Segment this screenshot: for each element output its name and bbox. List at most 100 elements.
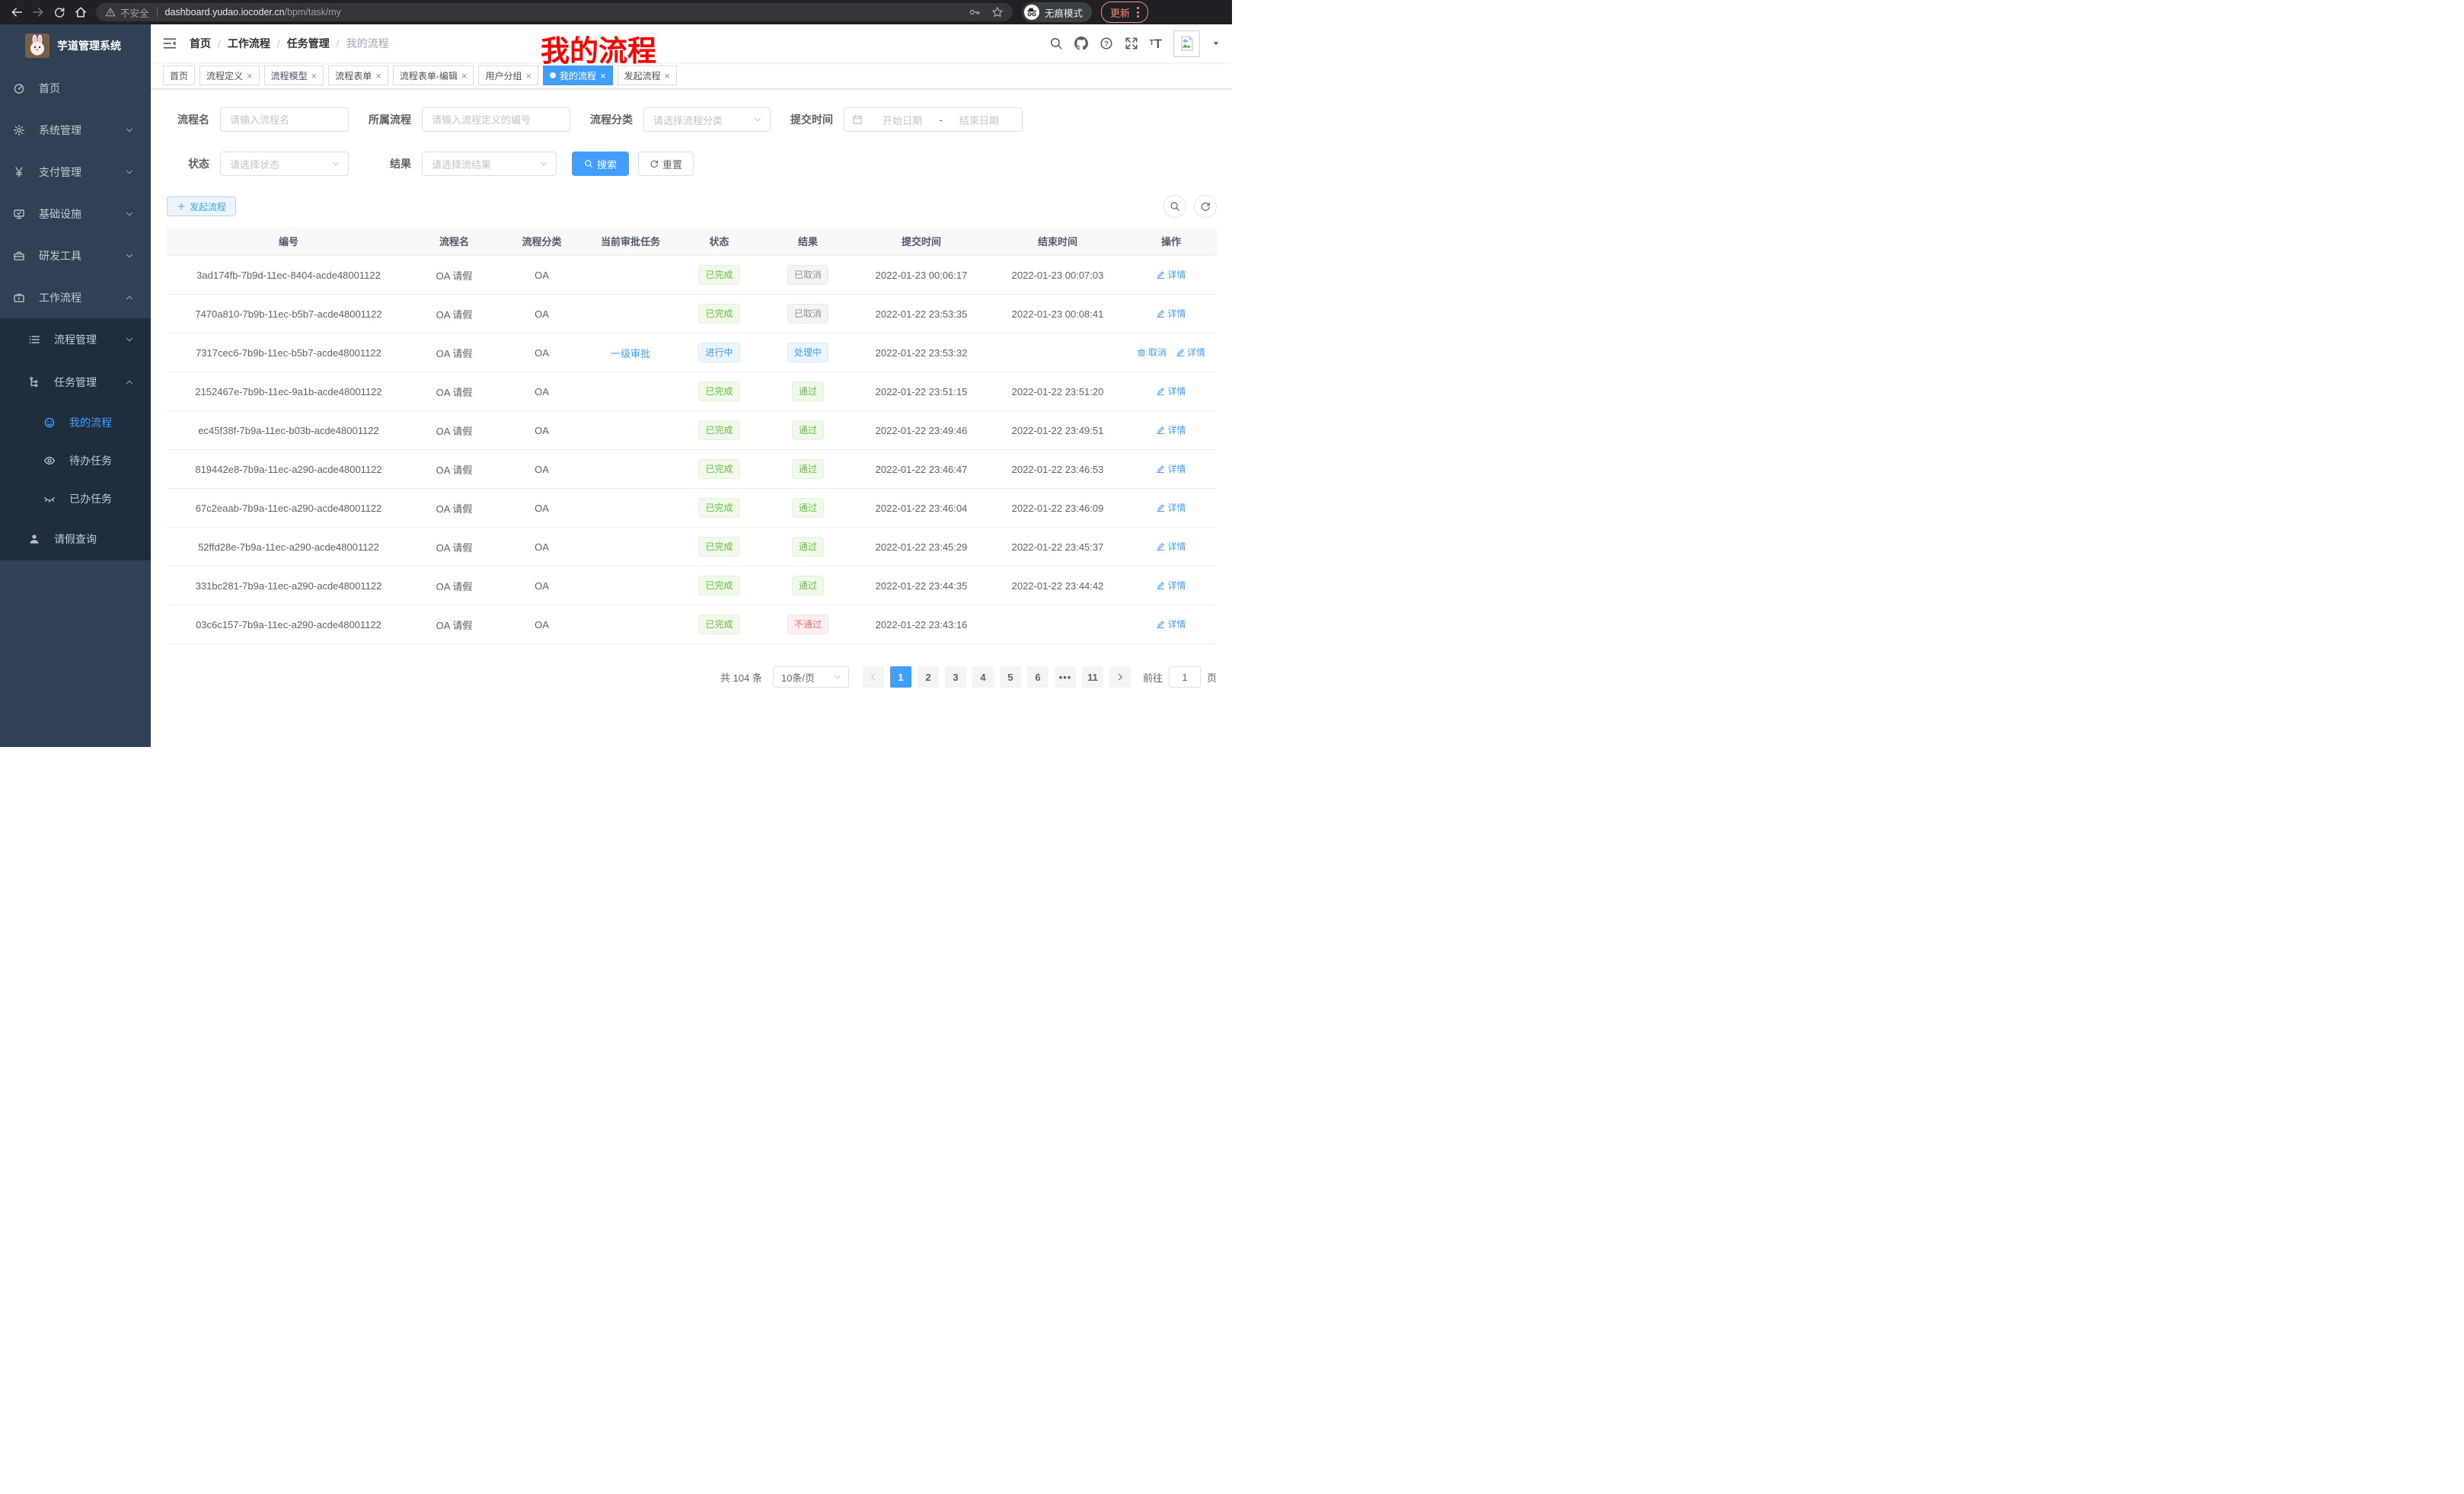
start-date-placeholder: 开始日期 <box>867 113 937 127</box>
process-name: OA 请假 <box>410 462 498 477</box>
name-filter-input[interactable] <box>220 107 349 132</box>
breadcrumb-item[interactable]: 首页 <box>190 36 211 51</box>
svg-text:?: ? <box>1104 40 1109 48</box>
browser-update-button[interactable]: 更新 <box>1101 2 1148 23</box>
sidebar-item-leave-query[interactable]: 请假查询 <box>0 518 151 560</box>
detail-action[interactable]: 详情 <box>1156 540 1186 553</box>
tab-close-icon[interactable]: × <box>665 71 671 81</box>
password-key-icon[interactable] <box>969 6 981 18</box>
process-name: OA 请假 <box>410 268 498 283</box>
more-pages-button[interactable]: ••• <box>1055 666 1076 688</box>
address-bar[interactable]: 不安全 dashboard.yudao.iocoder.cn/bpm/task/… <box>96 3 1013 21</box>
row-actions: 详情 <box>1125 462 1217 476</box>
category-filter-select[interactable]: 请选择流程分类 <box>643 107 771 132</box>
font-size-icon[interactable]: TT <box>1150 37 1163 50</box>
sidebar-item-label: 系统管理 <box>39 123 81 138</box>
column-header: 结束时间 <box>990 234 1125 248</box>
tab-label: 流程模型 <box>271 69 308 82</box>
breadcrumb-item[interactable]: 工作流程 <box>228 36 270 51</box>
app-logo-row[interactable]: 芋道管理系统 <box>0 24 151 67</box>
sidebar-item-done-tasks[interactable]: 已办任务 <box>0 480 151 518</box>
fullscreen-icon[interactable] <box>1125 37 1138 50</box>
sidebar-item-workflow[interactable]: 工作流程 <box>0 276 151 318</box>
tab-close-icon[interactable]: × <box>600 71 606 81</box>
browser-reload-button[interactable] <box>49 2 70 23</box>
detail-action[interactable]: 详情 <box>1156 268 1186 281</box>
start-process-button[interactable]: 发起流程 <box>167 196 236 216</box>
browser-forward-button[interactable] <box>27 2 49 23</box>
column-header: 提交时间 <box>853 234 990 248</box>
help-icon[interactable]: ? <box>1100 37 1113 50</box>
page-button-4[interactable]: 4 <box>972 666 994 688</box>
tab-close-icon[interactable]: × <box>375 71 381 81</box>
tab-user-group[interactable]: 用户分组× <box>478 65 538 85</box>
prev-page-button[interactable] <box>863 666 884 688</box>
tab-process-definition[interactable]: 流程定义× <box>199 65 260 85</box>
not-secure-label[interactable]: 不安全 <box>120 5 149 20</box>
status-filter-select[interactable]: 请选择状态 <box>220 152 349 176</box>
process-id: 2152467e-7b9b-11ec-9a1b-acde48001122 <box>167 386 410 397</box>
search-icon[interactable] <box>1049 37 1063 50</box>
github-icon[interactable] <box>1074 37 1088 50</box>
page-button-6[interactable]: 6 <box>1027 666 1048 688</box>
sidebar-item-infrastructure[interactable]: 基础设施 <box>0 193 151 235</box>
browser-home-button[interactable] <box>70 2 91 23</box>
search-button[interactable]: 搜索 <box>572 152 629 176</box>
reset-button[interactable]: 重置 <box>638 152 694 176</box>
sidebar-item-todo-tasks[interactable]: 待办任务 <box>0 442 151 480</box>
sidebar-toggle-icon[interactable] <box>162 36 177 51</box>
page-button-2[interactable]: 2 <box>918 666 939 688</box>
bookmark-star-icon[interactable] <box>991 6 1004 18</box>
breadcrumb-item[interactable]: 任务管理 <box>287 36 330 51</box>
detail-action[interactable]: 详情 <box>1156 579 1186 592</box>
sidebar-item-system[interactable]: 系统管理 <box>0 109 151 151</box>
sidebar-item-home[interactable]: 首页 <box>0 67 151 109</box>
avatar[interactable] <box>1173 30 1200 57</box>
detail-action[interactable]: 详情 <box>1156 307 1186 320</box>
sidebar-item-devtools[interactable]: 研发工具 <box>0 235 151 276</box>
tab-process-form[interactable]: 流程表单× <box>328 65 388 85</box>
sidebar-item-payment[interactable]: 支付管理 <box>0 151 151 193</box>
status-filter-label: 状态 <box>167 156 209 171</box>
submit-time-range-picker[interactable]: 开始日期 - 结束日期 <box>844 107 1023 132</box>
cancel-action[interactable]: 取消 <box>1137 346 1167 359</box>
goto-page-input[interactable] <box>1169 666 1201 688</box>
browser-back-button[interactable] <box>6 2 27 23</box>
search-icon <box>584 159 593 168</box>
chevron-down-icon[interactable] <box>1211 39 1221 48</box>
toggle-search-button[interactable] <box>1163 195 1186 218</box>
submit-time: 2022-01-22 23:45:29 <box>853 541 990 553</box>
detail-action[interactable]: 详情 <box>1156 501 1186 514</box>
page-button-1[interactable]: 1 <box>890 666 911 688</box>
page-button-3[interactable]: 3 <box>945 666 966 688</box>
page-size-select[interactable]: 10条/页 <box>773 666 849 688</box>
detail-action[interactable]: 详情 <box>1156 618 1186 630</box>
result-filter-select[interactable]: 请选择流结果 <box>422 152 557 176</box>
tab-close-icon[interactable]: × <box>247 71 253 81</box>
search-icon <box>1170 201 1180 212</box>
sidebar-item-task-management[interactable]: 任务管理 <box>0 361 151 404</box>
page-button-11[interactable]: 11 <box>1082 666 1103 688</box>
tab-close-icon[interactable]: × <box>525 71 531 81</box>
tab-process-model[interactable]: 流程模型× <box>264 65 324 85</box>
definition-filter-input[interactable] <box>422 107 570 132</box>
not-secure-warning-icon[interactable] <box>105 7 116 18</box>
detail-action[interactable]: 详情 <box>1156 423 1186 436</box>
detail-action[interactable]: 详情 <box>1176 346 1205 359</box>
tab-close-icon[interactable]: × <box>311 71 318 81</box>
refresh-table-button[interactable] <box>1194 195 1217 218</box>
process-category: OA <box>498 619 586 630</box>
tab-close-icon[interactable]: × <box>461 71 468 81</box>
gear-icon <box>13 124 25 136</box>
end-time: 2022-01-22 23:49:51 <box>990 425 1125 436</box>
detail-action[interactable]: 详情 <box>1156 385 1186 397</box>
tab-process-form-edit[interactable]: 流程表单-编辑× <box>393 65 474 85</box>
detail-action[interactable]: 详情 <box>1156 462 1186 475</box>
sidebar-item-process-management[interactable]: 流程管理 <box>0 318 151 361</box>
current-task-link[interactable]: 一级审批 <box>611 348 650 359</box>
sidebar-item-my-process[interactable]: 我的流程 <box>0 404 151 442</box>
browser-menu-icon[interactable] <box>1137 7 1139 18</box>
page-button-5[interactable]: 5 <box>1000 666 1021 688</box>
next-page-button[interactable] <box>1109 666 1131 688</box>
tab-home[interactable]: 首页 <box>163 65 195 85</box>
